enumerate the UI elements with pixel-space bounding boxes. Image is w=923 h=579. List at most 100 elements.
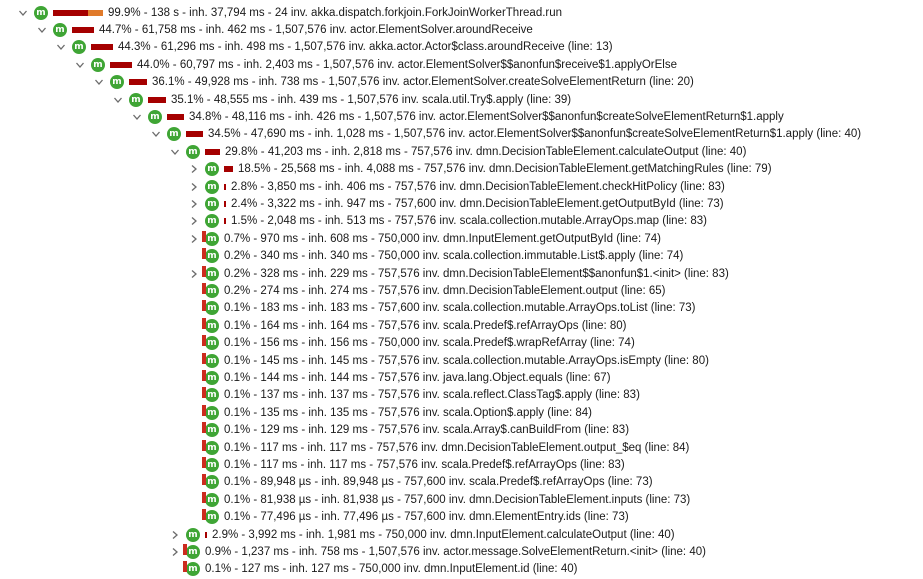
- tree-row[interactable]: m 18.5% - 25,568 ms - inh. 4,088 ms - 757…: [189, 160, 772, 179]
- chevron-down-icon[interactable]: [56, 42, 66, 52]
- tree-row[interactable]: m 0.1% - 89,948 µs - inh. 89,948 µs - 757…: [202, 473, 653, 492]
- chevron-right-icon[interactable]: [189, 269, 199, 279]
- method-icon: m: [202, 439, 219, 455]
- row-label: 0.1% - 156 ms - inh. 156 ms - 750,000 in…: [224, 337, 635, 350]
- row-label: 0.1% - 129 ms - inh. 129 ms - 757,576 in…: [224, 424, 630, 437]
- row-label: 0.1% - 89,948 µs - inh. 89,948 µs - 757,…: [224, 476, 653, 489]
- row-label: 2.8% - 3,850 ms - inh. 406 ms - 757,576 …: [231, 180, 725, 193]
- method-icon: m: [202, 248, 219, 264]
- row-label: 0.7% - 970 ms - inh. 608 ms - 750,000 in…: [224, 232, 662, 245]
- tree-row[interactable]: m 1.5% - 2,048 ms - inh. 513 ms - 757,576…: [189, 212, 707, 231]
- method-icon: m: [183, 561, 200, 577]
- time-bar: [224, 218, 226, 225]
- tree-row[interactable]: m 0.1% - 164 ms - inh. 164 ms - 757,576 i…: [202, 316, 627, 335]
- tree-row[interactable]: m 0.2% - 328 ms - inh. 229 ms - 757,576 i…: [189, 264, 729, 283]
- tree-row[interactable]: m 44.7% - 61,758 ms - inh. 462 ms - 1,507…: [37, 20, 533, 39]
- row-label: 0.1% - 164 ms - inh. 164 ms - 757,576 in…: [224, 319, 627, 332]
- tree-row[interactable]: m 35.1% - 48,555 ms - inh. 439 ms - 1,507…: [113, 90, 571, 109]
- method-icon: m: [202, 474, 219, 490]
- tree-row[interactable]: m 36.1% - 49,928 ms - inh. 738 ms - 1,507…: [94, 73, 694, 92]
- chevron-down-icon[interactable]: [94, 77, 104, 87]
- chevron-down-icon[interactable]: [37, 25, 47, 35]
- chevron-down-icon[interactable]: [18, 8, 28, 18]
- row-label: 2.4% - 3,322 ms - inh. 947 ms - 757,600 …: [231, 197, 724, 210]
- time-bar: [110, 61, 132, 68]
- tree-row[interactable]: m 0.1% - 77,496 µs - inh. 77,496 µs - 757…: [202, 508, 629, 527]
- tree-row[interactable]: m 0.1% - 183 ms - inh. 183 ms - 757,600 i…: [202, 299, 696, 318]
- tree-row[interactable]: m 0.2% - 340 ms - inh. 340 ms - 750,000 i…: [202, 247, 684, 266]
- method-icon: m: [202, 230, 219, 246]
- tree-row[interactable]: m 0.7% - 970 ms - inh. 608 ms - 750,000 i…: [189, 229, 661, 248]
- chevron-right-icon[interactable]: [189, 199, 199, 209]
- method-icon: m: [202, 404, 219, 420]
- row-label: 0.2% - 274 ms - inh. 274 ms - 757,576 in…: [224, 284, 666, 297]
- tree-row[interactable]: m 0.1% - 135 ms - inh. 135 ms - 757,576 i…: [202, 403, 592, 422]
- row-label: 18.5% - 25,568 ms - inh. 4,088 ms - 757,…: [238, 163, 772, 176]
- chevron-down-icon[interactable]: [132, 112, 142, 122]
- tree-row[interactable]: m 2.9% - 3,992 ms - inh. 1,981 ms - 750,0…: [170, 525, 675, 544]
- method-icon: m: [186, 527, 200, 542]
- row-label: 0.1% - 117 ms - inh. 117 ms - 757,576 in…: [224, 441, 690, 454]
- tree-row[interactable]: m 34.8% - 48,116 ms - inh. 426 ms - 1,507…: [132, 107, 784, 126]
- method-icon: m: [202, 369, 219, 385]
- chevron-right-icon[interactable]: [170, 547, 180, 557]
- chevron-right-icon[interactable]: [189, 182, 199, 192]
- chevron-down-icon[interactable]: [170, 147, 180, 157]
- tree-row[interactable]: m 0.1% - 145 ms - inh. 145 ms - 757,576 i…: [202, 351, 709, 370]
- row-label: 0.1% - 81,938 µs - inh. 81,938 µs - 757,…: [224, 493, 691, 506]
- tree-row[interactable]: m 0.1% - 156 ms - inh. 156 ms - 750,000 i…: [202, 334, 635, 353]
- method-icon: m: [53, 22, 67, 37]
- row-label: 0.1% - 127 ms - inh. 127 ms - 750,000 in…: [205, 563, 578, 576]
- tree-row[interactable]: m 0.1% - 117 ms - inh. 117 ms - 757,576 i…: [202, 455, 625, 474]
- chevron-right-icon[interactable]: [170, 530, 180, 540]
- method-icon: m: [129, 92, 143, 107]
- time-bar: [224, 200, 226, 207]
- chevron-down-icon[interactable]: [151, 129, 161, 139]
- time-bar: [205, 148, 220, 155]
- tree-row[interactable]: m 44.3% - 61,296 ms - inh. 498 ms - 1,507…: [56, 38, 613, 57]
- tree-row[interactable]: m 99.9% - 138 s - inh. 37,794 ms - 24 inv…: [18, 3, 562, 22]
- tree-row[interactable]: m 2.8% - 3,850 ms - inh. 406 ms - 757,576…: [189, 177, 725, 196]
- chevron-right-icon[interactable]: [189, 164, 199, 174]
- chevron-down-icon[interactable]: [75, 60, 85, 70]
- tree-row[interactable]: m 34.5% - 47,690 ms - inh. 1,028 ms - 1,5…: [151, 125, 861, 144]
- row-label: 44.0% - 60,797 ms - inh. 2,403 ms - 1,50…: [137, 58, 677, 71]
- row-label: 0.2% - 340 ms - inh. 340 ms - 750,000 in…: [224, 250, 684, 263]
- chevron-right-icon[interactable]: [189, 234, 199, 244]
- tree-row[interactable]: m 0.1% - 127 ms - inh. 127 ms - 750,000 i…: [183, 560, 578, 579]
- call-tree: m 99.9% - 138 s - inh. 37,794 ms - 24 inv…: [0, 0, 923, 577]
- tree-row[interactable]: m 0.1% - 137 ms - inh. 137 ms - 757,576 i…: [202, 386, 640, 405]
- method-icon: m: [202, 491, 219, 507]
- row-label: 99.9% - 138 s - inh. 37,794 ms - 24 inv.…: [108, 6, 563, 19]
- tree-row[interactable]: m 0.1% - 81,938 µs - inh. 81,938 µs - 757…: [202, 490, 691, 509]
- tree-row[interactable]: m 0.2% - 274 ms - inh. 274 ms - 757,576 i…: [202, 281, 666, 300]
- method-icon: m: [183, 543, 200, 559]
- tree-row[interactable]: m 29.8% - 41,203 ms - inh. 2,818 ms - 757…: [170, 142, 746, 161]
- row-label: 35.1% - 48,555 ms - inh. 439 ms - 1,507,…: [171, 93, 572, 106]
- chevron-right-icon[interactable]: [189, 216, 199, 226]
- time-bar: [72, 26, 94, 33]
- method-icon: m: [167, 127, 181, 142]
- row-label: 36.1% - 49,928 ms - inh. 738 ms - 1,507,…: [152, 76, 694, 89]
- method-icon: m: [148, 109, 162, 124]
- tree-row[interactable]: m 2.4% - 3,322 ms - inh. 947 ms - 757,600…: [189, 194, 724, 213]
- tree-row[interactable]: m 0.9% - 1,237 ms - inh. 758 ms - 1,507,5…: [170, 542, 706, 561]
- method-icon: m: [110, 75, 124, 90]
- tree-row[interactable]: m 0.1% - 117 ms - inh. 117 ms - 757,576 i…: [202, 438, 690, 457]
- row-label: 29.8% - 41,203 ms - inh. 2,818 ms - 757,…: [225, 145, 747, 158]
- method-icon: m: [205, 214, 219, 229]
- tree-row[interactable]: m 0.1% - 144 ms - inh. 144 ms - 757,576 i…: [202, 368, 611, 387]
- tree-row[interactable]: m 0.1% - 129 ms - inh. 129 ms - 757,576 i…: [202, 421, 630, 440]
- method-icon: m: [186, 144, 200, 159]
- row-label: 44.7% - 61,758 ms - inh. 462 ms - 1,507,…: [99, 23, 533, 36]
- tree-row[interactable]: m 44.0% - 60,797 ms - inh. 2,403 ms - 1,5…: [75, 55, 677, 74]
- row-label: 0.1% - 135 ms - inh. 135 ms - 757,576 in…: [224, 406, 592, 419]
- row-label: 0.1% - 183 ms - inh. 183 ms - 757,600 in…: [224, 302, 696, 315]
- method-icon: m: [202, 456, 219, 472]
- chevron-down-icon[interactable]: [113, 95, 123, 105]
- row-label: 0.1% - 117 ms - inh. 117 ms - 757,576 in…: [224, 458, 625, 471]
- row-label: 34.8% - 48,116 ms - inh. 426 ms - 1,507,…: [189, 110, 784, 123]
- method-icon: m: [202, 387, 219, 403]
- row-label: 0.9% - 1,237 ms - inh. 758 ms - 1,507,57…: [205, 545, 706, 558]
- row-label: 0.1% - 77,496 µs - inh. 77,496 µs - 757,…: [224, 511, 629, 524]
